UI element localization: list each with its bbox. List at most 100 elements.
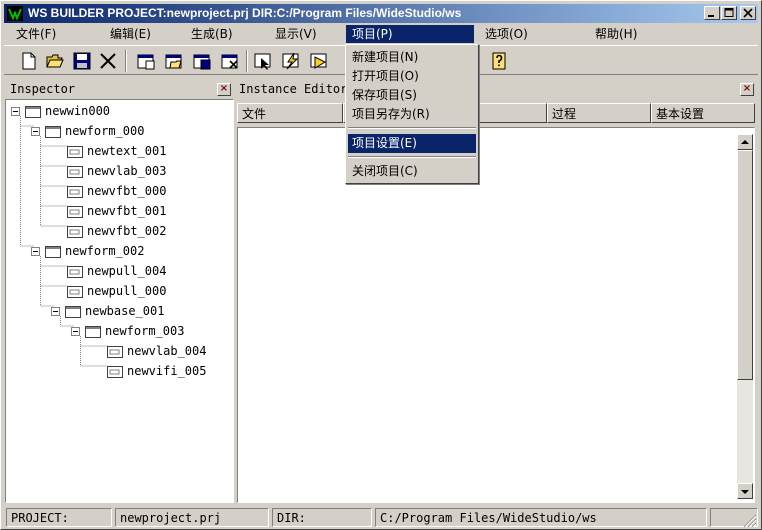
tree-node-label: newvfbt_001 (87, 204, 167, 218)
tree-node-label: newbase_001 (85, 304, 165, 318)
close-icon: × (219, 83, 229, 94)
status-project-label: PROJECT: (6, 508, 112, 527)
menu-item-close-project[interactable]: 关闭项目(C) (348, 162, 476, 181)
arrow-up-icon (741, 140, 749, 144)
new-file-button[interactable] (18, 50, 40, 72)
menu-item-project-settings[interactable]: 项目设置(E) (348, 134, 476, 153)
status-project-value: newproject.prj (115, 508, 269, 527)
save-button[interactable] (71, 50, 93, 72)
maximize-button[interactable] (721, 6, 737, 20)
widget-icon (67, 226, 83, 238)
menu-edit[interactable]: 编辑(E) (104, 25, 157, 43)
select-button[interactable] (252, 50, 274, 72)
widget-icon (67, 286, 83, 298)
vertical-scrollbar[interactable] (737, 134, 753, 499)
open-window-button[interactable] (163, 50, 185, 72)
instance-editor-header: 文件 过程 基本设置 (237, 103, 755, 123)
column-procedure[interactable]: 过程 (547, 103, 651, 123)
tree-node-label: newpull_000 (87, 284, 167, 298)
project-menu-dropdown: 新建项目(N) 打开项目(O) 保存项目(S) 项目另存为(R) 项目设置(E)… (345, 44, 479, 184)
help-icon (492, 52, 506, 70)
inspector-title: Inspector (10, 82, 76, 96)
tree-node[interactable]: newform_002 (31, 242, 231, 262)
menu-options[interactable]: 选项(O) (479, 25, 534, 43)
select-icon (254, 53, 271, 70)
tree-node[interactable]: newwin000 (11, 102, 211, 122)
save-icon (73, 52, 91, 70)
tree-node-label: newvfbt_000 (87, 184, 167, 198)
open-folder-button[interactable] (44, 50, 66, 72)
scroll-thumb[interactable] (737, 150, 753, 380)
menu-project[interactable]: 项目(P) (346, 25, 474, 43)
form-icon (45, 246, 61, 258)
collapse-icon[interactable] (71, 327, 80, 336)
open-folder-icon (46, 54, 64, 68)
collapse-icon[interactable] (11, 107, 20, 116)
minimize-icon (708, 15, 714, 17)
column-basic-settings[interactable]: 基本设置 (651, 103, 755, 123)
tree-node-label: newform_002 (65, 244, 145, 258)
menu-item-save-project-as[interactable]: 项目另存为(R) (348, 105, 476, 124)
tree-node-label: newform_000 (65, 124, 145, 138)
build-button[interactable] (280, 50, 302, 72)
title-bar[interactable]: WS BUILDER PROJECT:newproject.prj DIR:C:… (4, 4, 758, 23)
toolbar-separator (125, 50, 127, 72)
collapse-icon[interactable] (51, 307, 60, 316)
menu-item-new-project[interactable]: 新建项目(N) (348, 48, 476, 67)
menu-separator (348, 127, 476, 129)
scroll-up-button[interactable] (737, 134, 753, 150)
widget-icon (67, 146, 83, 158)
main-window: WS BUILDER PROJECT:newproject.prj DIR:C:… (0, 0, 762, 530)
tree-node[interactable]: newbase_001 (51, 302, 251, 322)
scroll-down-button[interactable] (737, 483, 753, 499)
cut-icon (100, 53, 116, 69)
widget-icon (107, 346, 123, 358)
close-window-button[interactable] (219, 50, 241, 72)
form-icon (85, 326, 101, 338)
widget-icon (67, 186, 83, 198)
collapse-icon[interactable] (31, 247, 40, 256)
open-window-icon (165, 54, 182, 69)
run-button[interactable] (308, 50, 330, 72)
tree-node-label: newform_003 (105, 324, 185, 338)
tree-node-label: newvlab_003 (87, 164, 167, 178)
collapse-icon[interactable] (31, 127, 40, 136)
menu-view[interactable]: 显示(V) (269, 25, 323, 43)
column-file[interactable]: 文件 (237, 103, 343, 123)
resize-grip-icon[interactable] (743, 514, 757, 527)
instance-editor-close-button[interactable]: × (740, 83, 754, 96)
minimize-button[interactable] (704, 6, 720, 20)
cut-button[interactable] (97, 50, 119, 72)
help-button[interactable] (488, 50, 510, 72)
status-dir-label: DIR: (272, 508, 372, 527)
menu-bar: 文件(F) 编辑(E) 生成(B) 显示(V) 项目(P) 选项(O) 帮助(H… (4, 24, 758, 44)
close-window-icon (221, 54, 238, 69)
inspector-close-button[interactable]: × (217, 83, 231, 96)
close-icon: × (742, 83, 752, 94)
widget-icon (67, 166, 83, 178)
save-window-button[interactable] (191, 50, 213, 72)
menu-help[interactable]: 帮助(H) (589, 25, 643, 43)
new-window-icon (137, 54, 155, 70)
instance-editor-title: Instance Editor (239, 82, 348, 96)
tree-node-label: newvfbt_002 (87, 224, 167, 238)
menu-file[interactable]: 文件(F) (10, 25, 62, 43)
app-icon (7, 6, 23, 21)
new-window-button[interactable] (135, 50, 157, 72)
menu-build[interactable]: 生成(B) (185, 25, 239, 43)
status-dir-value: C:/Program Files/WideStudio/ws (375, 508, 707, 527)
tree-node-label: newwin000 (45, 104, 111, 118)
instance-editor-body[interactable] (237, 127, 755, 503)
form-icon (45, 126, 61, 138)
menu-item-save-project[interactable]: 保存项目(S) (348, 86, 476, 105)
arrow-down-icon (741, 490, 749, 494)
toolbar-separator (246, 50, 248, 72)
new-file-icon (22, 52, 36, 70)
build-icon (282, 52, 299, 70)
close-button[interactable] (740, 6, 756, 20)
menu-item-open-project[interactable]: 打开项目(O) (348, 67, 476, 86)
maximize-icon (724, 8, 734, 17)
widget-icon (67, 206, 83, 218)
tree-node[interactable]: newform_000 (31, 122, 231, 142)
tree-node-label: newvifi_005 (127, 364, 207, 378)
